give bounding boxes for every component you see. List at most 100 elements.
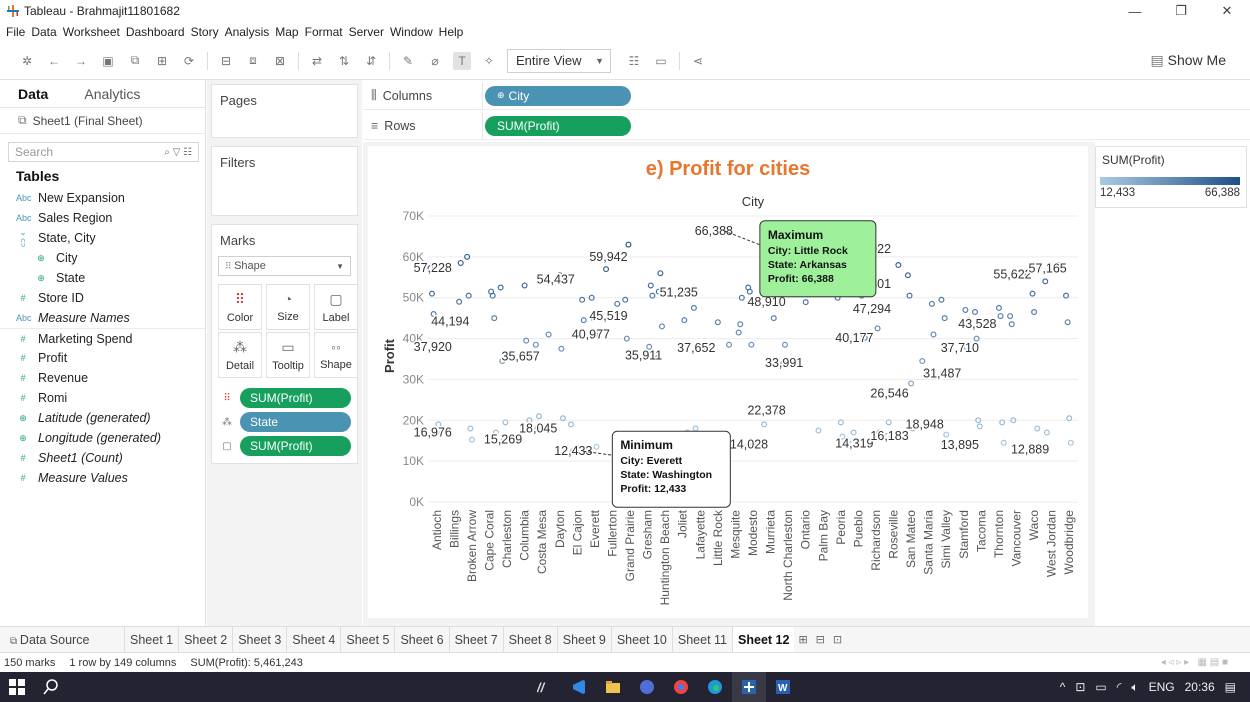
sheet-tab[interactable]: Sheet 9 xyxy=(556,626,611,653)
presentation-icon[interactable]: ▭ xyxy=(652,52,670,70)
word-icon[interactable]: W xyxy=(766,672,800,702)
field-item[interactable]: # Profit xyxy=(0,348,205,368)
field-item[interactable]: # Romi xyxy=(0,388,205,408)
new-story-icon[interactable]: ⊡ xyxy=(829,633,846,646)
field-item[interactable]: ⊕ City xyxy=(0,248,205,268)
notifications-icon[interactable]: ▤ xyxy=(1225,680,1236,694)
menu-worksheet[interactable]: Worksheet xyxy=(63,25,120,39)
tab-analytics[interactable]: Analytics xyxy=(66,80,158,108)
sheet-tab[interactable]: Sheet 1 xyxy=(124,626,178,653)
color-legend[interactable]: SUM(Profit) 12,433 66,388 xyxy=(1095,146,1247,208)
redo-icon[interactable]: → xyxy=(72,52,90,70)
swap-icon[interactable]: ⇄ xyxy=(308,52,326,70)
sheet-tab[interactable]: Sheet 12 xyxy=(732,626,795,653)
sheet-tab[interactable]: Sheet 6 xyxy=(394,626,448,653)
field-item[interactable]: # Revenue xyxy=(0,368,205,388)
detail-pill[interactable]: State xyxy=(240,412,351,432)
new-dashboard-icon[interactable]: ⊟ xyxy=(812,633,829,646)
r-app-icon[interactable] xyxy=(630,672,664,702)
filters-card[interactable]: Filters xyxy=(211,146,358,216)
menu-data[interactable]: Data xyxy=(31,25,56,39)
tab-data[interactable]: Data xyxy=(0,80,66,108)
restore-button[interactable]: ❐ xyxy=(1158,0,1204,22)
menu-analysis[interactable]: Analysis xyxy=(225,25,270,39)
menu-map[interactable]: Map xyxy=(275,25,298,39)
menu-story[interactable]: Story xyxy=(191,25,219,39)
rows-shelf[interactable]: ≡ Rows SUM(Profit) xyxy=(363,111,1250,140)
new-datasource-icon[interactable]: ⧉ xyxy=(126,52,144,70)
sort-descending-icon[interactable]: ⇵ xyxy=(362,52,380,70)
refresh-icon[interactable]: ⟳ xyxy=(180,52,198,70)
sheet-tab[interactable]: Sheet 4 xyxy=(286,626,340,653)
search-icon[interactable] xyxy=(34,672,68,702)
sheet-tab[interactable]: Sheet 3 xyxy=(232,626,286,653)
label-button[interactable]: ▢ Label xyxy=(314,284,358,330)
field-item[interactable]: ⌄ ⩇ State, City xyxy=(0,227,205,248)
sheet-tab[interactable]: Sheet 8 xyxy=(502,626,557,653)
edge-icon[interactable] xyxy=(698,672,732,702)
menu-window[interactable]: Window xyxy=(390,25,433,39)
tableau-app-icon[interactable] xyxy=(732,672,766,702)
tray-language[interactable]: ENG xyxy=(1149,680,1175,694)
chrome-icon[interactable] xyxy=(664,672,698,702)
rows-pill[interactable]: SUM(Profit) xyxy=(485,115,631,136)
field-item[interactable]: ⊕ State xyxy=(0,268,205,288)
duplicate-icon[interactable]: ⧈ xyxy=(244,52,262,70)
shape-button[interactable]: ◦◦ Shape xyxy=(314,332,358,378)
show-me-button[interactable]: ▤ Show Me xyxy=(1151,52,1226,69)
field-item[interactable]: # Sheet1 (Count) xyxy=(0,448,205,468)
windows-start-icon[interactable] xyxy=(0,672,34,702)
new-worksheet-icon[interactable]: ⊞ xyxy=(153,52,171,70)
sheet-tab[interactable]: Sheet 11 xyxy=(671,626,732,653)
pages-card[interactable]: Pages xyxy=(211,84,358,138)
sheet-tab[interactable]: Sheet 5 xyxy=(340,626,394,653)
field-item[interactable]: Abc Sales Region xyxy=(0,208,205,228)
sheet-tab[interactable]: Sheet 7 xyxy=(448,626,503,653)
mark-type-dropdown[interactable]: ⠿ Shape ▼ xyxy=(218,256,351,276)
file-explorer-icon[interactable] xyxy=(596,672,630,702)
menu-dashboard[interactable]: Dashboard xyxy=(126,25,185,39)
show-labels-icon[interactable]: T xyxy=(453,51,471,70)
undo-icon[interactable]: ← xyxy=(45,52,63,70)
clear-sheet-icon[interactable]: ⊠ xyxy=(271,52,289,70)
tray-battery-icon[interactable]: ▭ xyxy=(1095,680,1106,694)
menu-help[interactable]: Help xyxy=(439,25,464,39)
tray-chevron-icon[interactable]: ^ xyxy=(1060,680,1066,694)
tableau-home-icon[interactable]: ✲ xyxy=(18,52,36,70)
field-item[interactable]: ⊕ Latitude (generated) xyxy=(0,408,205,428)
detail-button[interactable]: ⁂ Detail xyxy=(218,332,262,378)
menu-file[interactable]: File xyxy=(6,25,25,39)
fit-dropdown[interactable]: Entire View ▼ xyxy=(507,48,611,73)
app-icon[interactable]: // xyxy=(528,672,562,702)
show-cards-icon[interactable]: ☷ xyxy=(625,52,643,70)
close-button[interactable]: ✕ xyxy=(1204,0,1250,22)
tab-data-source[interactable]: ⧉ Data Source xyxy=(0,633,124,647)
save-icon[interactable]: ▣ xyxy=(99,52,117,70)
search-input[interactable]: Search ⌕ ▽ ☷ xyxy=(8,142,199,162)
group-icon[interactable]: ⌀ xyxy=(426,52,444,70)
label-pill[interactable]: SUM(Profit) xyxy=(240,436,351,456)
tray-volume-icon[interactable]: 🔈︎ xyxy=(1131,680,1138,695)
color-button[interactable]: ⠿ Color xyxy=(218,284,262,330)
field-item[interactable]: Abc Measure Names xyxy=(0,308,205,328)
datasource-item[interactable]: ⧉ Sheet1 (Final Sheet) xyxy=(0,108,205,134)
minimize-button[interactable]: — xyxy=(1112,0,1158,22)
tray-clock[interactable]: 20:36 xyxy=(1185,680,1215,694)
highlight-icon[interactable]: ✎ xyxy=(399,52,417,70)
tray-network-icon[interactable]: ⊡ xyxy=(1075,680,1085,694)
vscode-icon[interactable] xyxy=(562,672,596,702)
sheet-nav-icons[interactable]: ◂ ◃ ▹ ▸ ▦ ▤ ■ xyxy=(1161,657,1228,668)
share-icon[interactable]: ⋖ xyxy=(689,52,707,70)
columns-shelf[interactable]: ⫼ Columns ⊕ City xyxy=(363,81,1250,110)
size-button[interactable]: ◔ Size xyxy=(266,284,310,330)
field-item[interactable]: Abc New Expansion xyxy=(0,188,205,208)
field-item[interactable]: # Marketing Spend xyxy=(0,328,205,348)
sort-ascending-icon[interactable]: ⇅ xyxy=(335,52,353,70)
tray-wifi-icon[interactable]: ◜ xyxy=(1117,680,1122,694)
pin-icon[interactable]: ✧ xyxy=(480,52,498,70)
field-item[interactable]: # Measure Values xyxy=(0,468,205,488)
sheet-tab[interactable]: Sheet 2 xyxy=(178,626,232,653)
field-item[interactable]: ⊕ Longitude (generated) xyxy=(0,428,205,448)
chart-view[interactable]: e) Profit for cities City Profit 0K 10K 20… xyxy=(368,146,1088,618)
new-sheet-icon[interactable]: ⊟ xyxy=(217,52,235,70)
